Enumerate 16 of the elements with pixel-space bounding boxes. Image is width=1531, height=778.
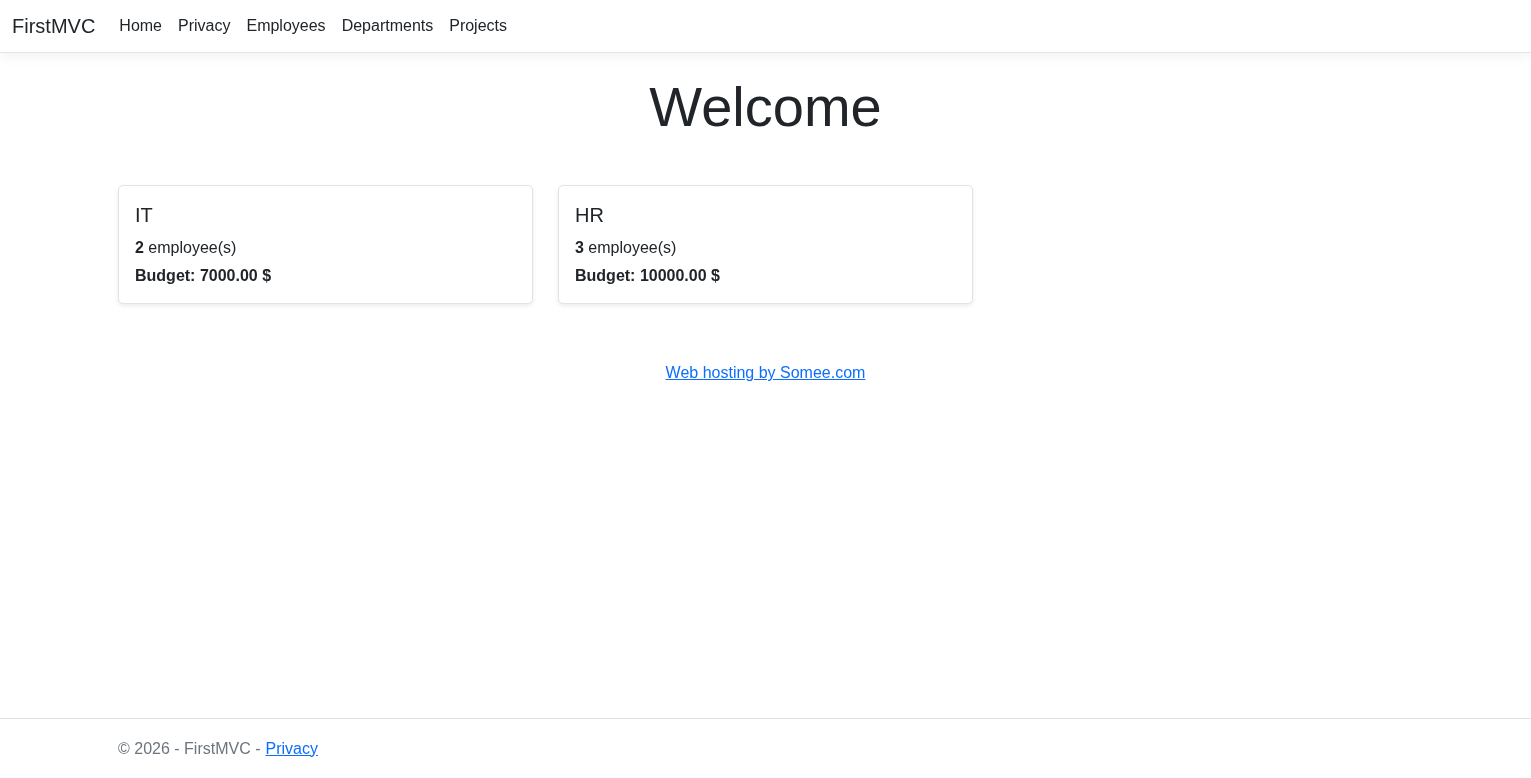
nav-link[interactable]: Departments — [333, 10, 442, 42]
nav-link[interactable]: Privacy — [170, 10, 239, 42]
nav-link[interactable]: Home — [111, 10, 170, 42]
budget-text: Budget: 7000.00 $ — [135, 266, 273, 287]
employee-count: 2 employee(s) — [135, 238, 238, 259]
department-name: IT — [135, 203, 154, 228]
privacy-link[interactable]: Privacy — [265, 736, 318, 761]
welcome-heading: Welcome — [649, 74, 882, 140]
employee-count: 3 employee(s) — [575, 238, 678, 259]
hosting-link[interactable]: Web hosting by Somee.com — [665, 361, 866, 386]
copyright-text: © 2026 - FirstMVC - — [118, 738, 261, 759]
nav-link[interactable]: Projects — [441, 10, 515, 42]
department-name: HR — [575, 203, 605, 228]
brand-link[interactable]: FirstMVC — [12, 16, 96, 36]
nav-link[interactable]: Employees — [238, 10, 334, 42]
budget-text: Budget: 10000.00 $ — [575, 266, 721, 287]
